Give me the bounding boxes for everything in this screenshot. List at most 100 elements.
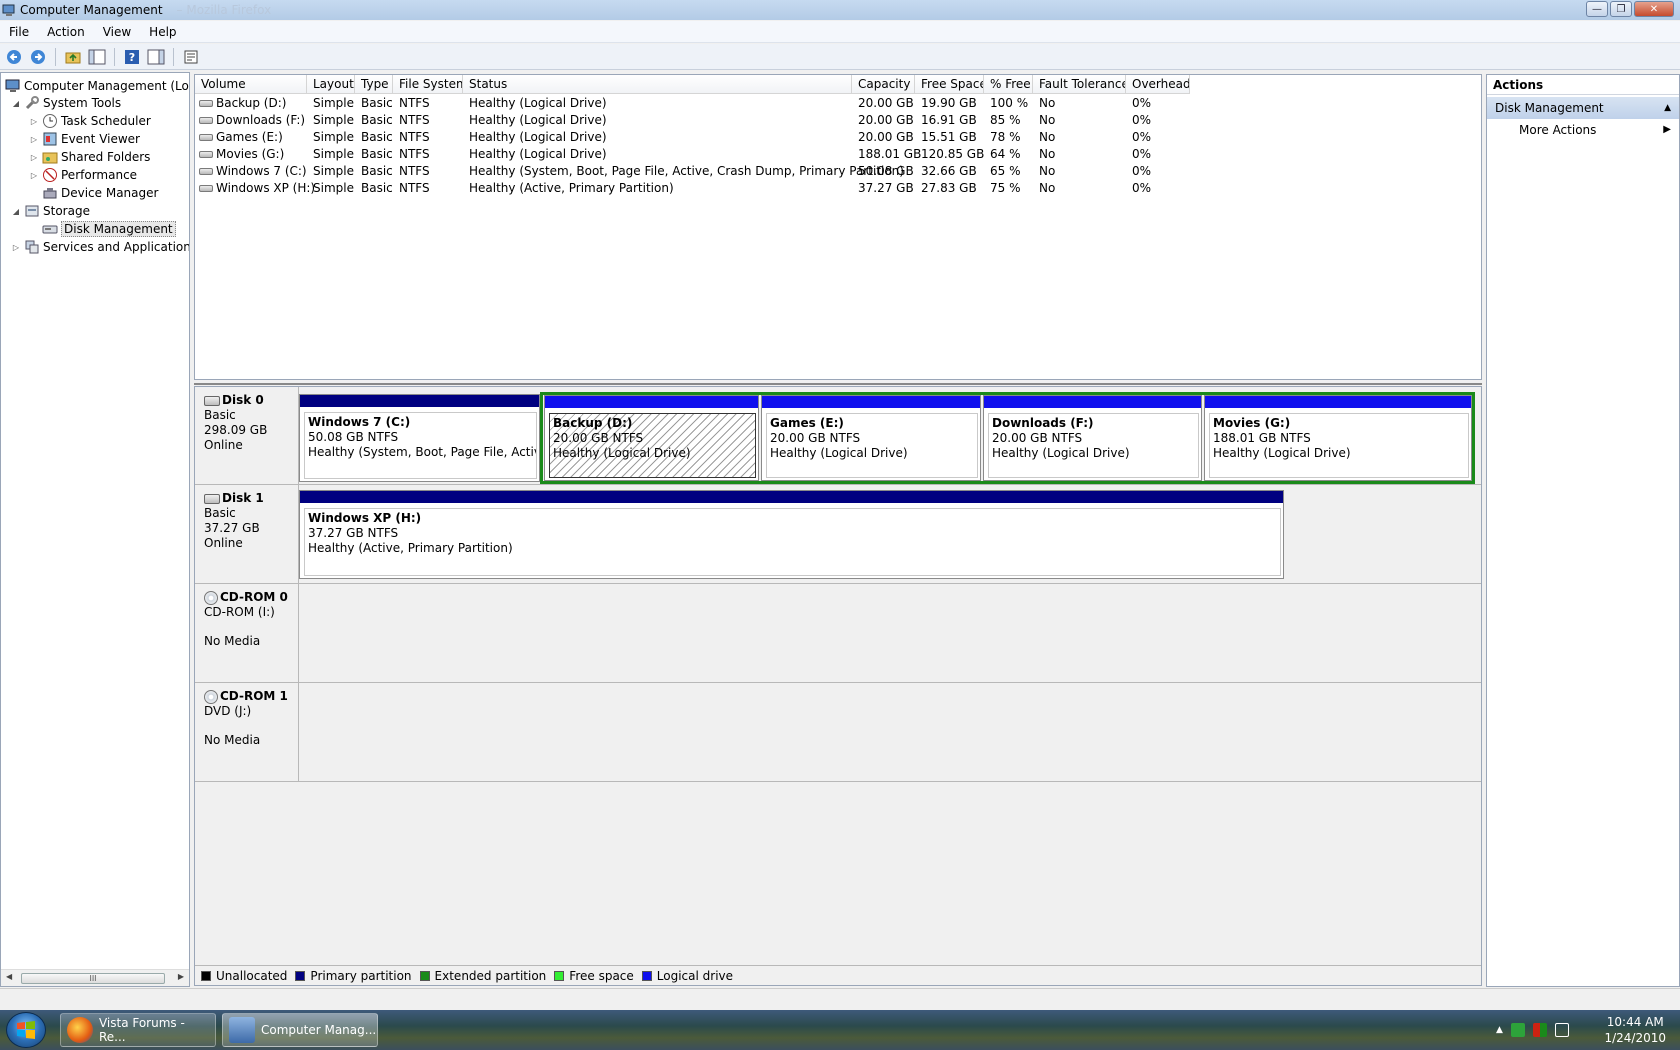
close-button[interactable]: ✕ xyxy=(1634,1,1674,17)
partition-g[interactable]: Movies (G:) 188.01 GB NTFS Healthy (Logi… xyxy=(1204,395,1472,481)
network-icon[interactable] xyxy=(1554,1023,1569,1037)
disk-row-cdrom-1[interactable]: CD-ROM 1 DVD (J:) No Media xyxy=(195,683,1481,782)
partition-name: Backup (D:) xyxy=(553,416,633,430)
maximize-button[interactable]: ❐ xyxy=(1610,1,1632,17)
cell-status: Healthy (Active, Primary Partition) xyxy=(469,181,674,195)
expand-arrow-icon[interactable]: ▷ xyxy=(29,135,39,144)
partition-f[interactable]: Downloads (F:) 20.00 GB NTFS Healthy (Lo… xyxy=(983,395,1202,481)
up-folder-icon[interactable] xyxy=(63,47,83,67)
cell-percent-free: 75 % xyxy=(990,181,1021,195)
cell-file-system: NTFS xyxy=(399,96,430,110)
partition-status: Healthy (Logical Drive) xyxy=(992,446,1130,460)
column-header-free-space[interactable]: Free Space xyxy=(915,75,984,94)
volume-row[interactable]: Windows 7 (C:) Simple Basic NTFS Healthy (Sy… xyxy=(195,163,1481,180)
back-icon[interactable] xyxy=(4,47,24,67)
disk-type: Basic xyxy=(204,408,236,422)
legend-swatch xyxy=(419,970,430,981)
column-header-file-system[interactable]: File System xyxy=(393,75,463,94)
cell-percent-free: 65 % xyxy=(990,164,1021,178)
actions-section-disk-management[interactable]: Disk Management ▲ xyxy=(1487,97,1679,119)
column-header-status[interactable]: Status xyxy=(463,75,852,94)
cell-percent-free: 64 % xyxy=(990,147,1021,161)
expand-arrow-icon[interactable]: ▷ xyxy=(29,153,39,162)
scroll-thumb[interactable]: III xyxy=(21,973,165,984)
pane-splitter[interactable] xyxy=(194,381,1482,385)
show-hide-action-pane-icon[interactable] xyxy=(146,47,166,67)
more-actions-item[interactable]: More Actions ▶ xyxy=(1487,119,1679,141)
disk-row-disk-0[interactable]: Disk 0 Basic 298.09 GB Online Windows 7 … xyxy=(195,387,1481,485)
disk-label[interactable]: Disk 0 Basic 298.09 GB Online xyxy=(195,387,299,484)
column-header-volume[interactable]: Volume xyxy=(195,75,307,94)
menu-view[interactable]: View xyxy=(94,25,140,39)
cell-overhead: 0% xyxy=(1132,96,1152,110)
cell-layout: Simple xyxy=(313,96,354,110)
forward-icon[interactable] xyxy=(28,47,48,67)
tree-item-event-viewer[interactable]: ▷ Event Viewer xyxy=(29,130,140,148)
cell-file-system: NTFS xyxy=(399,130,430,144)
expand-arrow-icon[interactable]: ▷ xyxy=(11,243,21,252)
volume-row[interactable]: Movies (G:) Simple Basic NTFS Healthy (Logic… xyxy=(195,146,1481,163)
column-header-percent-free[interactable]: % Free xyxy=(984,75,1033,94)
security-check-icon[interactable] xyxy=(1510,1023,1525,1037)
disk-row-cdrom-0[interactable]: CD-ROM 0 CD-ROM (I:) No Media xyxy=(195,584,1481,683)
column-header-fault-tolerance[interactable]: Fault Tolerance xyxy=(1033,75,1126,94)
clock[interactable]: 10:44 AM 1/24/2010 xyxy=(1604,1014,1666,1046)
column-header-capacity[interactable]: Capacity xyxy=(852,75,915,94)
disk-row-disk-1[interactable]: Disk 1 Basic 37.27 GB Online Windows XP … xyxy=(195,485,1481,584)
volume-row[interactable]: Backup (D:) Simple Basic NTFS Healthy (Logic… xyxy=(195,95,1481,112)
start-button[interactable] xyxy=(6,1012,46,1048)
column-header-type[interactable]: Type xyxy=(355,75,393,94)
logical-drive-bar xyxy=(984,396,1201,408)
partition-size: 50.08 GB NTFS xyxy=(308,430,399,444)
scroll-right-icon[interactable]: ▶ xyxy=(178,972,184,981)
app-tray-icon[interactable] xyxy=(1532,1023,1547,1037)
tree-item-system-tools[interactable]: ◢ System Tools xyxy=(11,94,121,112)
tree-item-performance[interactable]: ▷ Performance xyxy=(29,166,137,184)
tree-item-computer-management[interactable]: Computer Management (Local xyxy=(5,77,189,95)
volume-icon xyxy=(199,100,213,107)
scroll-left-icon[interactable]: ◀ xyxy=(6,972,12,981)
partition-c[interactable]: Windows 7 (C:) 50.08 GB NTFS Healthy (Sy… xyxy=(299,394,540,482)
partition-name: Games (E:) xyxy=(770,416,844,430)
legend-logical-drive: Logical drive xyxy=(641,969,733,983)
disk-label[interactable]: CD-ROM 1 DVD (J:) No Media xyxy=(195,683,299,781)
column-header-layout[interactable]: Layout xyxy=(307,75,355,94)
volume-row[interactable]: Games (E:) Simple Basic NTFS Healthy (Logica… xyxy=(195,129,1481,146)
tree-horizontal-scrollbar[interactable]: ◀ III ▶ xyxy=(1,969,189,986)
tree-item-task-scheduler[interactable]: ▷ Task Scheduler xyxy=(29,112,151,130)
column-header-overhead[interactable]: Overhead xyxy=(1126,75,1190,94)
extended-partition[interactable]: Backup (D:) 20.00 GB NTFS Healthy (Logic… xyxy=(540,392,1475,484)
tree-item-storage[interactable]: ◢ Storage xyxy=(11,202,90,220)
partition-e[interactable]: Games (E:) 20.00 GB NTFS Healthy (Logica… xyxy=(761,395,981,481)
taskbar-item-computer-management[interactable]: Computer Manag... xyxy=(222,1013,378,1047)
tree-item-disk-management[interactable]: Disk Management xyxy=(29,220,176,238)
cell-volume: Windows 7 (C:) xyxy=(199,163,307,180)
partition-d[interactable]: Backup (D:) 20.00 GB NTFS Healthy (Logic… xyxy=(544,395,759,481)
volume-row[interactable]: Downloads (F:) Simple Basic NTFS Healthy (Lo… xyxy=(195,112,1481,129)
disk-label[interactable]: Disk 1 Basic 37.27 GB Online xyxy=(195,485,299,583)
volume-row[interactable]: Windows XP (H:) Simple Basic NTFS Healthy (A… xyxy=(195,180,1481,197)
menu-file[interactable]: File xyxy=(0,25,38,39)
collapse-arrow-icon[interactable]: ◢ xyxy=(11,207,21,216)
expand-arrow-icon[interactable]: ▷ xyxy=(29,171,39,180)
menu-help[interactable]: Help xyxy=(140,25,185,39)
expand-arrow-icon[interactable]: ▷ xyxy=(29,117,39,126)
show-hidden-icons-icon[interactable]: ▲ xyxy=(1496,1025,1503,1035)
properties-icon[interactable] xyxy=(181,47,201,67)
show-hide-tree-icon[interactable] xyxy=(87,47,107,67)
tree-item-device-manager[interactable]: Device Manager xyxy=(29,184,158,202)
tree-item-services-and-applications[interactable]: ▷ Services and Applications xyxy=(11,238,189,256)
collapse-up-icon[interactable]: ▲ xyxy=(1664,97,1671,119)
partition-h[interactable]: Windows XP (H:) 37.27 GB NTFS Healthy (A… xyxy=(299,490,1284,579)
tree-item-shared-folders[interactable]: ▷ Shared Folders xyxy=(29,148,150,166)
disk-size: 37.27 GB xyxy=(204,521,260,535)
legend-unallocated: Unallocated xyxy=(201,969,287,983)
help-icon[interactable]: ? xyxy=(122,47,142,67)
menu-action[interactable]: Action xyxy=(38,25,94,39)
collapse-arrow-icon[interactable]: ◢ xyxy=(11,99,21,108)
taskbar-item-firefox[interactable]: Vista Forums - Re... xyxy=(60,1013,216,1047)
minimize-button[interactable]: — xyxy=(1586,1,1608,17)
disk-label[interactable]: CD-ROM 0 CD-ROM (I:) No Media xyxy=(195,584,299,682)
volume-name: Backup (D:) xyxy=(216,96,287,110)
tree-item-label: Device Manager xyxy=(61,186,159,200)
